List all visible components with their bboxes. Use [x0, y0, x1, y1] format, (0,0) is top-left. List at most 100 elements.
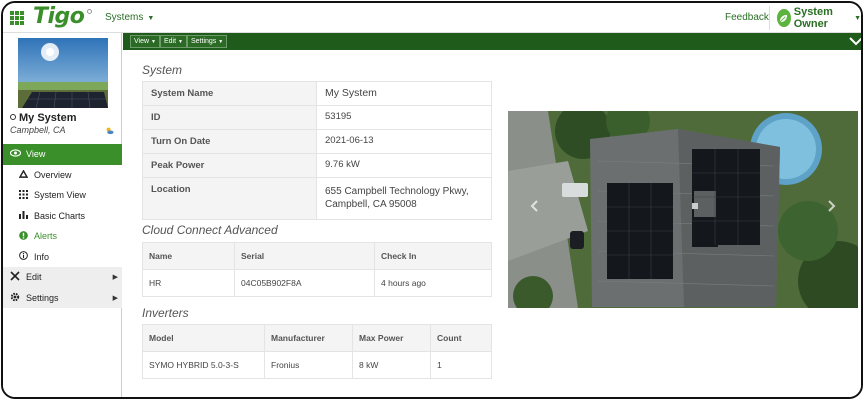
sidebar-system-location: Campbell, CA — [10, 125, 66, 135]
grid-icon — [17, 189, 29, 201]
system-info-table: System Name My System ID 53195 Turn On D… — [142, 81, 492, 220]
top-bar: Tigo Systems ▼ Feedback System Owner ▼ — [3, 3, 861, 33]
inverters-table: Model Manufacturer Max Power Count SYMO … — [142, 324, 492, 379]
table-cell: SYMO HYBRID 5.0-3-S — [142, 351, 265, 379]
system-thumbnail — [18, 38, 108, 108]
caret-right-icon: ▶ — [112, 294, 118, 302]
field-value: 2021-06-13 — [316, 129, 492, 154]
user-menu[interactable]: System Owner ▼ — [777, 6, 861, 30]
field-label: Peak Power — [142, 153, 317, 178]
weather-icon — [105, 126, 114, 137]
cloud-connect-table: Name Serial Check In HR 04C05B902F8A 4 h… — [142, 242, 492, 297]
leaf-icon — [777, 9, 791, 27]
caret-down-icon: ▼ — [854, 14, 861, 22]
system-name-text: My System — [19, 112, 77, 124]
field-label: Turn On Date — [142, 129, 317, 154]
column-header: Count — [430, 324, 492, 352]
system-photo-carousel[interactable] — [508, 111, 858, 308]
edit-menu-button[interactable]: Edit ▼ — [160, 35, 187, 48]
sidebar-item-label: Info — [34, 251, 50, 262]
systems-menu[interactable]: Systems ▼ — [105, 12, 154, 23]
table-cell: HR — [142, 269, 235, 297]
field-value: 9.76 kW — [316, 153, 492, 178]
main-content: System System Name My System ID 53195 Tu… — [123, 50, 861, 397]
field-label: Location — [142, 177, 317, 220]
sidebar-nav: View Overview System View Basic Charts A… — [3, 144, 122, 308]
bar-chart-icon — [17, 210, 29, 221]
eye-icon — [9, 149, 21, 159]
column-header: Manufacturer — [264, 324, 353, 352]
sidebar-system-name: My System — [10, 112, 76, 124]
tigo-logo[interactable]: Tigo — [33, 4, 85, 29]
sidebar-item-label: Settings — [26, 292, 59, 303]
caret-down-icon: ▼ — [218, 39, 224, 45]
table-row: Location 655 Campbell Technology Pkwy, C… — [142, 177, 492, 220]
sidebar-item-label: Basic Charts — [34, 210, 86, 221]
sidebar-item-view[interactable]: View — [3, 144, 122, 165]
sidebar-item-label: System View — [34, 190, 86, 201]
action-toolbar: View ▼ Edit ▼ Settings ▼ — [123, 33, 861, 50]
sidebar-item-system-view[interactable]: System View — [3, 185, 122, 206]
field-label: ID — [142, 105, 317, 130]
sidebar-item-edit[interactable]: Edit ▶ — [3, 267, 122, 288]
table-row: HR 04C05B902F8A 4 hours ago — [142, 269, 492, 297]
table-cell: 04C05B902F8A — [234, 269, 375, 297]
caret-right-icon: ▶ — [112, 274, 118, 282]
view-menu-label: View — [134, 38, 150, 45]
carousel-prev-icon[interactable] — [530, 199, 538, 215]
field-label: System Name — [142, 81, 317, 106]
table-row: SYMO HYBRID 5.0-3-S Fronius 8 kW 1 — [142, 351, 492, 379]
carousel-next-icon[interactable] — [828, 199, 836, 215]
sidebar-item-settings[interactable]: Settings ▶ — [3, 287, 122, 308]
column-header: Check In — [374, 242, 492, 270]
sidebar-item-label: Overview — [34, 169, 72, 180]
systems-menu-label: Systems — [105, 12, 144, 23]
field-value: 53195 — [316, 105, 492, 130]
sidebar-item-alerts[interactable]: Alerts — [3, 226, 122, 247]
sidebar-item-info[interactable]: Info — [3, 246, 122, 267]
caret-down-icon: ▼ — [178, 39, 183, 45]
gear-icon — [9, 292, 21, 304]
triangle-icon — [17, 169, 29, 180]
alert-circle-icon — [17, 230, 29, 242]
trademark-icon — [87, 9, 92, 14]
sidebar-item-label: Edit — [26, 272, 42, 283]
sidebar-item-label: Alerts — [34, 231, 58, 242]
apps-grid-icon[interactable] — [10, 11, 24, 25]
column-header: Name — [142, 242, 235, 270]
cloud-section-title: Cloud Connect Advanced — [142, 223, 278, 237]
inverters-section-title: Inverters — [142, 306, 189, 320]
table-cell: 8 kW — [352, 351, 431, 379]
table-row: System Name My System — [142, 81, 492, 106]
divider — [769, 6, 770, 30]
location-pin-icon — [10, 114, 16, 120]
table-header-row: Name Serial Check In — [142, 242, 492, 270]
sidebar-item-basic-charts[interactable]: Basic Charts — [3, 205, 122, 226]
column-header: Model — [142, 324, 265, 352]
caret-down-icon: ▼ — [151, 39, 156, 45]
table-cell: 4 hours ago — [374, 269, 492, 297]
caret-down-icon: ▼ — [147, 15, 155, 22]
settings-menu-button[interactable]: Settings ▼ — [187, 35, 228, 48]
column-header: Serial — [234, 242, 375, 270]
table-row: ID 53195 — [142, 105, 492, 130]
sidebar: My System Campbell, CA View Overview Sys… — [3, 33, 122, 397]
table-cell: 1 — [430, 351, 492, 379]
settings-menu-label: Settings — [191, 38, 217, 45]
chevron-down-icon[interactable] — [849, 33, 861, 50]
sidebar-item-label: View — [26, 149, 46, 160]
view-menu-button[interactable]: View ▼ — [130, 35, 160, 48]
user-role-label: System Owner — [793, 6, 833, 30]
column-header: Max Power — [352, 324, 431, 352]
app-window: Tigo Systems ▼ Feedback System Owner ▼ M… — [1, 1, 863, 399]
table-header-row: Model Manufacturer Max Power Count — [142, 324, 492, 352]
tools-icon — [9, 271, 21, 283]
feedback-link[interactable]: Feedback — [725, 12, 769, 23]
aerial-roof-photo — [508, 111, 858, 308]
sidebar-item-overview[interactable]: Overview — [3, 164, 122, 185]
system-section-title: System — [142, 63, 183, 77]
table-cell: Fronius — [264, 351, 353, 379]
info-icon — [17, 251, 29, 262]
table-row: Peak Power 9.76 kW — [142, 153, 492, 178]
field-value: 655 Campbell Technology Pkwy, Campbell, … — [316, 177, 492, 220]
